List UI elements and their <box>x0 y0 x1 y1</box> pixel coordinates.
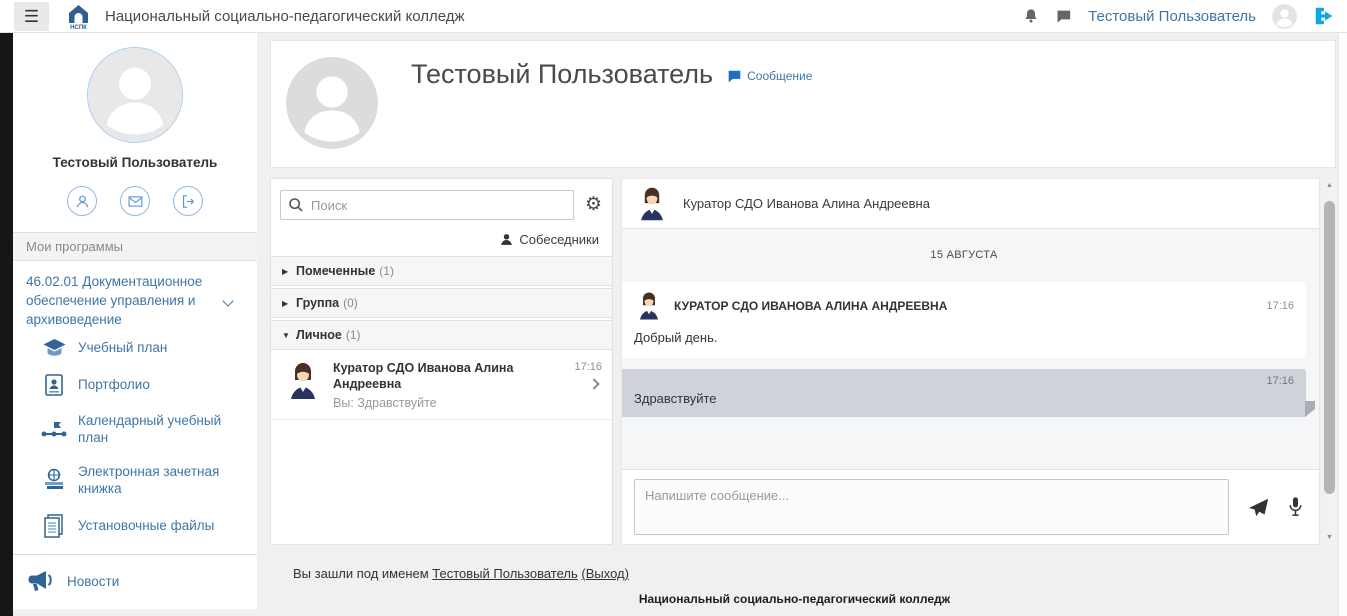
chat-date-separator: 15 АВГУСТА <box>622 229 1306 261</box>
graduation-cap-icon <box>41 338 67 358</box>
bell-icon[interactable] <box>1023 8 1039 24</box>
program-title-link[interactable]: 46.02.01 Документационное обеспечение уп… <box>26 273 249 330</box>
message-time: 17:16 <box>1266 300 1294 312</box>
logout-icon[interactable] <box>1313 5 1335 27</box>
sidebar-profile-name: Тестовый Пользователь <box>13 155 257 170</box>
caret-right-icon: ▶ <box>282 299 296 308</box>
conversation-list-item[interactable]: Куратор СДО Иванова Алина Андреевна 17:1… <box>271 352 612 420</box>
profile-icon[interactable] <box>67 186 97 216</box>
message-compose-bar <box>622 469 1319 544</box>
sidebar-item-label: Учебный план <box>78 339 167 357</box>
scroll-up-icon[interactable]: ▲ <box>1322 178 1337 193</box>
curator-avatar <box>283 361 323 401</box>
app-title: Национальный социально-педагогический ко… <box>105 8 465 25</box>
topbar-avatar[interactable] <box>1272 4 1297 29</box>
curator-avatar <box>634 291 664 321</box>
sidebar-item-calendar-plan[interactable]: Календарный учебный план <box>26 404 249 455</box>
message-text: Здравствуйте <box>634 391 1294 406</box>
top-bar: ☰ НСПК Национальный социально-педагогиче… <box>0 0 1347 33</box>
message-own: 17:16 Здравствуйте <box>622 369 1306 417</box>
programs-section-header: Мои программы <box>13 233 257 261</box>
globe-books-icon <box>41 468 67 492</box>
college-logo-icon[interactable]: НСПК <box>65 3 92 30</box>
curator-avatar <box>634 186 670 222</box>
search-icon <box>288 197 304 213</box>
sidebar-item-label: Календарный учебный план <box>78 412 249 447</box>
sidebar-item-gradebook[interactable]: Электронная зачетная книжка <box>26 455 249 506</box>
chat-bubble-icon <box>727 69 742 83</box>
chevron-right-icon <box>588 378 599 389</box>
sidebar-item-label: Новости <box>67 573 119 591</box>
sidebar-profile-block: Тестовый Пользователь <box>13 33 257 233</box>
gear-icon[interactable]: ⚙ <box>585 190 602 220</box>
chat-panel: Куратор СДО Иванова Алина Андреевна 15 А… <box>621 178 1320 545</box>
topbar-user-link[interactable]: Тестовый Пользователь <box>1088 8 1256 25</box>
sidebar-item-news[interactable]: Новости <box>26 569 244 595</box>
contacts-tab[interactable]: Собеседники <box>271 228 612 256</box>
sidebar-item-portfolio[interactable]: Портфолио <box>26 366 249 404</box>
sidebar: Тестовый Пользователь Мои программы 46.0… <box>13 33 257 616</box>
profile-avatar <box>286 57 378 149</box>
exit-icon[interactable] <box>173 186 203 216</box>
sidebar-item-label: Портфолио <box>78 376 150 394</box>
send-icon[interactable] <box>1248 497 1269 518</box>
logged-in-user-link[interactable]: Тестовый Пользователь <box>432 566 577 581</box>
section-group[interactable]: ▶ Группа (0) <box>271 288 612 318</box>
scroll-down-icon[interactable]: ▼ <box>1322 530 1337 545</box>
chat-header: Куратор СДО Иванова Алина Андреевна <box>622 179 1319 229</box>
caret-right-icon: ▶ <box>282 267 296 276</box>
id-card-icon <box>41 374 67 396</box>
conversation-preview: Вы: Здравствуйте <box>333 396 564 410</box>
sitemap-icon <box>41 419 67 439</box>
conversation-name: Куратор СДО Иванова Алина Андреевна <box>333 361 564 392</box>
message-tail <box>1305 401 1315 417</box>
chat-body: 15 АВГУСТА КУРАТОР СДО ИВАНОВА АЛИНА АНД… <box>622 229 1319 469</box>
chat-partner-name: Куратор СДО Иванова Алина Андреевна <box>683 196 930 211</box>
page-footer: Вы зашли под именем Тестовый Пользовател… <box>270 566 1336 606</box>
scrollbar-thumb[interactable] <box>1324 201 1335 494</box>
send-message-link[interactable]: Сообщение <box>727 69 812 83</box>
hamburger-icon: ☰ <box>24 7 39 26</box>
logout-link[interactable]: (Выход) <box>581 566 629 581</box>
chevron-down-icon <box>222 296 233 307</box>
contacts-panel: ⚙ Собеседники ▶ Помеченные (1) ▶ Группа … <box>270 178 613 545</box>
sidebar-item-curriculum[interactable]: Учебный план <box>26 330 249 366</box>
section-private[interactable]: ▼ Личное (1) <box>271 320 612 350</box>
messages-icon[interactable] <box>1055 8 1072 24</box>
messenger: ⚙ Собеседники ▶ Помеченные (1) ▶ Группа … <box>270 178 1336 545</box>
microphone-icon[interactable] <box>1288 496 1303 518</box>
chat-scrollbar[interactable]: ▲ ▼ <box>1322 178 1337 545</box>
left-edge-strip <box>0 33 13 616</box>
college-name: Национальный социально-педагогический ко… <box>293 592 1336 606</box>
message-author: КУРАТОР СДО ИВАНОВА АЛИНА АНДРЕЕВНА <box>674 299 947 313</box>
page-title: Тестовый Пользователь <box>411 59 713 90</box>
message-input[interactable] <box>634 479 1229 535</box>
caret-down-icon: ▼ <box>282 331 296 340</box>
section-starred[interactable]: ▶ Помеченные (1) <box>271 256 612 286</box>
program-nav: 46.02.01 Документационное обеспечение уп… <box>13 261 257 554</box>
message-text: Добрый день. <box>634 330 1294 345</box>
hamburger-menu-button[interactable]: ☰ <box>14 2 49 31</box>
conversation-time: 17:16 <box>574 361 602 373</box>
sidebar-avatar[interactable] <box>87 47 183 143</box>
message-time: 17:16 <box>634 375 1294 387</box>
main-content: Тестовый Пользователь Сообщение ⚙ Собесе… <box>270 33 1336 616</box>
person-icon <box>500 233 513 246</box>
login-status-line: Вы зашли под именем Тестовый Пользовател… <box>293 566 1336 581</box>
page-scrollbar[interactable] <box>1338 33 1347 616</box>
profile-header-card: Тестовый Пользователь Сообщение <box>270 40 1336 168</box>
search-input[interactable] <box>280 190 574 220</box>
svg-text:НСПК: НСПК <box>70 25 87 30</box>
sidebar-item-label: Установочные файлы <box>78 517 214 535</box>
megaphone-icon <box>26 569 56 595</box>
sidebar-item-setup-files[interactable]: Установочные файлы <box>26 506 249 546</box>
sidebar-item-label: Электронная зачетная книжка <box>78 463 249 498</box>
message-incoming: КУРАТОР СДО ИВАНОВА АЛИНА АНДРЕЕВНА 17:1… <box>622 282 1306 358</box>
mail-icon[interactable] <box>120 186 150 216</box>
files-icon <box>41 514 67 538</box>
news-block: Новости <box>13 554 257 609</box>
